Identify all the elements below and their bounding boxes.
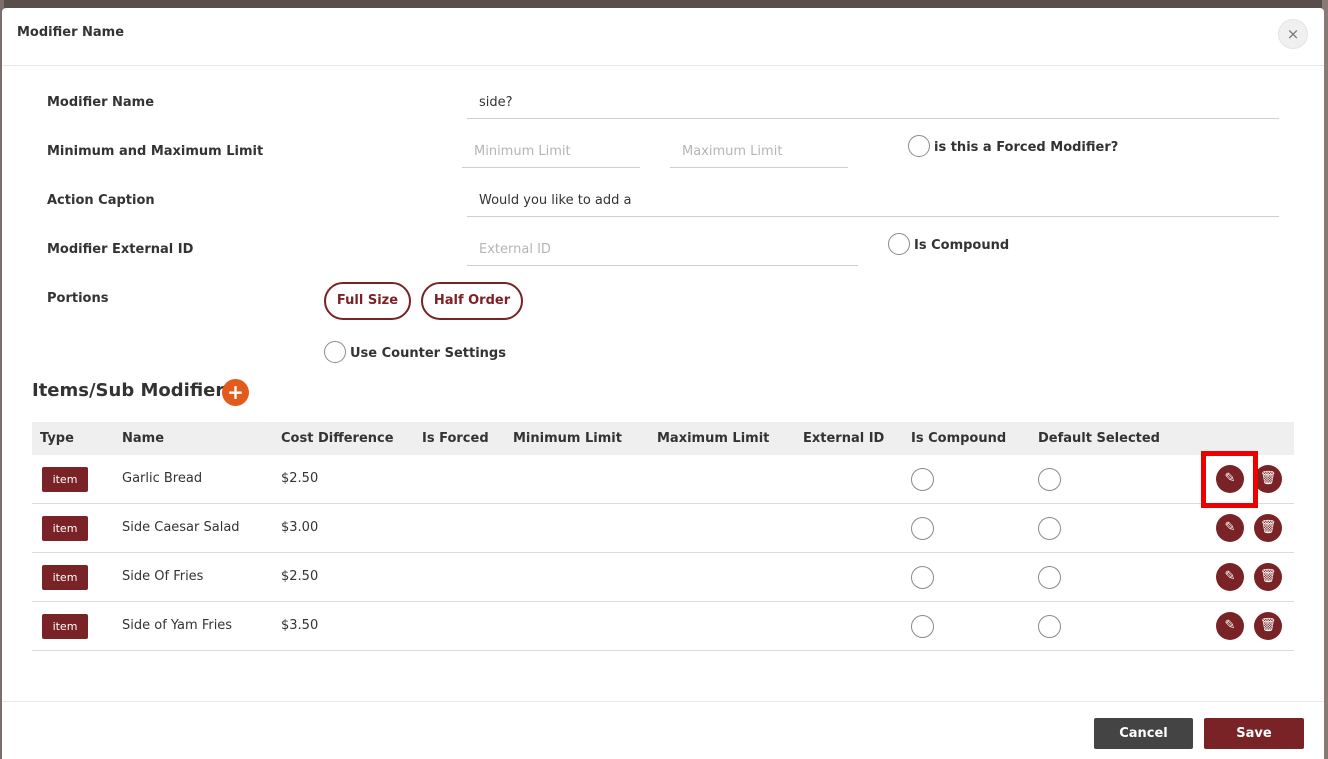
- item-name: Side Caesar Salad: [122, 520, 240, 535]
- table-row: item Side Caesar Salad $3.00 ✎ 🗑: [32, 504, 1294, 553]
- table-row: item Garlic Bread $2.50 ✎ 🗑: [32, 451, 1294, 508]
- row-is-compound-radio[interactable]: [911, 566, 934, 589]
- modifier-name-label: Modifier Name: [47, 95, 155, 110]
- counter-settings-label: Use Counter Settings: [350, 346, 506, 361]
- is-compound-label: Is Compound: [914, 238, 1010, 253]
- items-table: Type Name Cost Difference Is Forced Mini…: [32, 422, 1294, 651]
- delete-button[interactable]: 🗑: [1254, 465, 1282, 493]
- header-external-id: External ID: [803, 431, 885, 446]
- row-is-compound-radio[interactable]: [911, 517, 934, 540]
- header-type: Type: [40, 431, 74, 446]
- row-default-selected-radio[interactable]: [1038, 468, 1061, 491]
- header-cost: Cost Difference: [281, 431, 394, 446]
- external-id-label: Modifier External ID: [47, 242, 194, 257]
- modal-header: Modifier Name ×: [2, 8, 1324, 66]
- plus-icon: +: [227, 380, 244, 404]
- edit-button[interactable]: ✎: [1216, 465, 1244, 493]
- portion-half-order-button[interactable]: Half Order: [421, 282, 523, 320]
- maximum-limit-input[interactable]: Maximum Limit: [670, 138, 848, 168]
- row-is-compound-radio[interactable]: [911, 615, 934, 638]
- pencil-icon: ✎: [1224, 569, 1236, 584]
- save-button[interactable]: Save: [1204, 718, 1304, 749]
- pencil-icon: ✎: [1224, 520, 1236, 535]
- row-default-selected-radio[interactable]: [1038, 615, 1061, 638]
- table-row: item Side of Yam Fries $3.50 ✎ 🗑: [32, 602, 1294, 651]
- edit-button[interactable]: ✎: [1216, 514, 1244, 542]
- type-badge: item: [42, 614, 88, 639]
- row-default-selected-radio[interactable]: [1038, 566, 1061, 589]
- items-section-title: Items/Sub Modifiers: [32, 380, 235, 401]
- minimum-limit-input[interactable]: Minimum Limit: [462, 138, 640, 168]
- action-caption-label: Action Caption: [47, 193, 155, 208]
- type-badge: item: [42, 565, 88, 590]
- cancel-button[interactable]: Cancel: [1094, 718, 1193, 749]
- item-name: Side of Yam Fries: [122, 618, 233, 633]
- pencil-icon: ✎: [1224, 471, 1236, 486]
- table-row: item Side Of Fries $2.50 ✎ 🗑: [32, 553, 1294, 602]
- edit-button[interactable]: ✎: [1216, 563, 1244, 591]
- action-caption-input[interactable]: Would you like to add a: [467, 187, 1279, 217]
- trash-icon: 🗑: [1259, 569, 1277, 584]
- trash-icon: 🗑: [1259, 520, 1277, 535]
- delete-button[interactable]: 🗑: [1254, 612, 1282, 640]
- header-default-selected: Default Selected: [1038, 431, 1160, 446]
- header-is-compound: Is Compound: [911, 431, 1007, 446]
- modal-footer: Cancel Save: [2, 701, 1324, 759]
- modal-title: Modifier Name: [17, 25, 125, 40]
- item-cost: $3.00: [281, 520, 319, 535]
- item-name: Garlic Bread: [122, 471, 203, 486]
- portion-full-size-button[interactable]: Full Size: [324, 282, 411, 320]
- pencil-icon: ✎: [1224, 618, 1236, 633]
- item-cost: $3.50: [281, 618, 319, 633]
- edit-button[interactable]: ✎: [1216, 612, 1244, 640]
- portions-label: Portions: [47, 291, 109, 306]
- type-badge: item: [42, 516, 88, 541]
- row-is-compound-radio[interactable]: [911, 468, 934, 491]
- item-name: Side Of Fries: [122, 569, 204, 584]
- external-id-input[interactable]: External ID: [467, 236, 858, 266]
- is-compound-radio[interactable]: [888, 233, 910, 255]
- delete-button[interactable]: 🗑: [1254, 514, 1282, 542]
- item-cost: $2.50: [281, 471, 319, 486]
- close-button[interactable]: ×: [1278, 19, 1308, 49]
- modifier-modal: Modifier Name × Modifier Name side? Mini…: [2, 8, 1324, 759]
- header-is-forced: Is Forced: [422, 431, 489, 446]
- header-name: Name: [122, 431, 165, 446]
- trash-icon: 🗑: [1259, 471, 1277, 486]
- delete-button[interactable]: 🗑: [1254, 563, 1282, 591]
- counter-settings-radio[interactable]: [324, 341, 346, 363]
- forced-modifier-radio[interactable]: [908, 135, 930, 157]
- close-icon: ×: [1286, 25, 1300, 43]
- item-cost: $2.50: [281, 569, 319, 584]
- table-header: Type Name Cost Difference Is Forced Mini…: [32, 422, 1294, 455]
- add-item-button[interactable]: +: [222, 379, 249, 406]
- limits-label: Minimum and Maximum Limit: [47, 144, 264, 159]
- trash-icon: 🗑: [1259, 618, 1277, 633]
- row-default-selected-radio[interactable]: [1038, 517, 1061, 540]
- forced-modifier-label: is this a Forced Modifier?: [934, 140, 1119, 155]
- type-badge: item: [42, 467, 88, 492]
- modifier-name-input[interactable]: side?: [467, 89, 1279, 119]
- header-min-limit: Minimum Limit: [513, 431, 622, 446]
- header-max-limit: Maximum Limit: [657, 431, 770, 446]
